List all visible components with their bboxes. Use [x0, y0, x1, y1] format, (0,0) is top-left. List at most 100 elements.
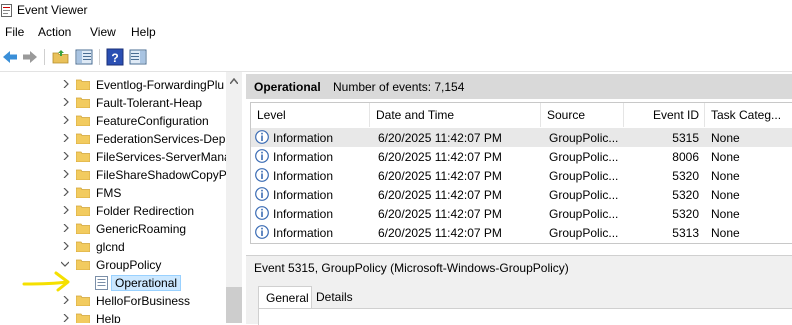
- console-tree-icon[interactable]: [75, 48, 93, 66]
- folder-icon: [76, 133, 90, 144]
- event-detail-title: Event 5315, GroupPolicy (Microsoft-Windo…: [254, 261, 569, 275]
- event-row[interactable]: Information 6/20/2025 11:42:07 PM GroupP…: [251, 147, 792, 166]
- event-datetime: 6/20/2025 11:42:07 PM: [378, 169, 502, 183]
- column-header-task-category[interactable]: Task Categ...: [705, 103, 792, 127]
- information-icon: [255, 149, 269, 163]
- folder-icon: [76, 241, 90, 252]
- menu-help[interactable]: Help: [131, 25, 156, 39]
- event-source: GroupPolic...: [549, 169, 619, 183]
- tree-item[interactable]: FileShareShadowCopyPr: [0, 166, 231, 184]
- chevron-right-icon[interactable]: [62, 242, 70, 250]
- event-task: None: [711, 150, 740, 164]
- tree-scrollbar[interactable]: [226, 72, 242, 323]
- column-header-source[interactable]: Source: [541, 103, 624, 127]
- detail-tab-content: [258, 308, 792, 325]
- event-row[interactable]: Information 6/20/2025 11:42:07 PM GroupP…: [251, 128, 792, 147]
- event-datetime: 6/20/2025 11:42:07 PM: [378, 150, 502, 164]
- event-task: None: [711, 131, 740, 145]
- back-arrow-icon[interactable]: [1, 48, 19, 66]
- event-id: 5313: [672, 226, 699, 240]
- event-task: None: [711, 226, 740, 240]
- tree-item-label: FeatureConfiguration: [96, 114, 209, 128]
- event-id: 5320: [672, 188, 699, 202]
- column-header-level[interactable]: Level: [251, 103, 370, 127]
- chevron-right-icon[interactable]: [62, 80, 70, 88]
- tree-item[interactable]: FileServices-ServerMana: [0, 148, 231, 166]
- chevron-right-icon[interactable]: [62, 98, 70, 106]
- open-folder-icon: [76, 259, 90, 270]
- forward-arrow-icon[interactable]: [21, 48, 39, 66]
- event-viewer-app-icon: [1, 4, 12, 17]
- tree-item-label: Folder Redirection: [96, 204, 195, 218]
- svg-text:?: ?: [111, 51, 118, 65]
- tree-item-label: Help: [96, 312, 121, 323]
- column-header-date[interactable]: Date and Time: [370, 103, 541, 127]
- chevron-right-icon[interactable]: [62, 188, 70, 196]
- tree-item[interactable]: Fault-Tolerant-Heap: [0, 94, 226, 112]
- window-title: Event Viewer: [17, 3, 88, 17]
- tree-item-label: HelloForBusiness: [96, 294, 191, 308]
- open-folder-icon[interactable]: [52, 48, 70, 66]
- event-level: Information: [273, 169, 334, 183]
- title-bar: Event Viewer: [0, 0, 792, 22]
- tree-item[interactable]: Help: [0, 310, 226, 323]
- event-source: GroupPolic...: [549, 207, 619, 221]
- folder-icon: [76, 295, 90, 306]
- event-datetime: 6/20/2025 11:42:07 PM: [378, 131, 502, 145]
- tree-scrollbar-thumb[interactable]: [226, 287, 242, 323]
- tree-item-label: glcnd: [96, 240, 125, 254]
- menu-action[interactable]: Action: [38, 25, 71, 39]
- chevron-right-icon[interactable]: [62, 206, 70, 214]
- menu-file[interactable]: File: [5, 25, 24, 39]
- event-row[interactable]: Information 6/20/2025 11:42:07 PM GroupP…: [251, 204, 792, 223]
- menu-view[interactable]: View: [90, 25, 116, 39]
- folder-icon: [76, 313, 90, 323]
- event-id: 8006: [672, 150, 699, 164]
- folder-icon: [76, 223, 90, 234]
- help-icon[interactable]: ?: [106, 48, 124, 66]
- tree-item[interactable]: FederationServices-Depl: [0, 130, 228, 148]
- event-row[interactable]: Information 6/20/2025 11:42:07 PM GroupP…: [251, 223, 792, 242]
- event-source: GroupPolic...: [549, 188, 619, 202]
- chevron-right-icon[interactable]: [62, 134, 70, 142]
- menu-bar: File Action View Help: [0, 22, 792, 42]
- chevron-right-icon[interactable]: [62, 116, 70, 124]
- tree-item[interactable]: HelloForBusiness: [0, 292, 226, 310]
- folder-icon: [76, 169, 90, 180]
- information-icon: [255, 187, 269, 201]
- tree-item-label: Operational: [110, 275, 182, 291]
- tree-item[interactable]: glcnd: [0, 238, 226, 256]
- log-icon: [95, 276, 108, 290]
- information-icon: [255, 225, 269, 239]
- chevron-right-icon[interactable]: [62, 152, 70, 160]
- tree-item[interactable]: FeatureConfiguration: [0, 112, 226, 130]
- event-row[interactable]: Information 6/20/2025 11:42:07 PM GroupP…: [251, 166, 792, 185]
- tree-item[interactable]: Eventlog-ForwardingPlu: [0, 76, 226, 94]
- event-id: 5320: [672, 169, 699, 183]
- annotation-arrow-icon: [22, 271, 70, 292]
- tab-general[interactable]: General: [258, 286, 312, 308]
- chevron-right-icon[interactable]: [62, 224, 70, 232]
- column-header-event-id[interactable]: Event ID: [624, 103, 705, 127]
- event-row[interactable]: Information 6/20/2025 11:42:07 PM GroupP…: [251, 185, 792, 204]
- chevron-down-icon[interactable]: [61, 260, 69, 268]
- chevron-right-icon[interactable]: [62, 296, 70, 304]
- event-datetime: 6/20/2025 11:42:07 PM: [378, 207, 502, 221]
- tree-item[interactable]: GenericRoaming: [0, 220, 226, 238]
- scroll-up-icon[interactable]: [230, 78, 238, 84]
- action-pane-icon[interactable]: [129, 48, 147, 66]
- tree-item-label: GenericRoaming: [96, 222, 187, 236]
- event-id: 5315: [672, 131, 699, 145]
- event-task: None: [711, 207, 740, 221]
- log-header: Operational Number of events: 7,154: [246, 74, 792, 99]
- folder-icon: [76, 97, 90, 108]
- folder-icon: [76, 151, 90, 162]
- tab-details[interactable]: Details: [312, 286, 360, 307]
- chevron-right-icon[interactable]: [62, 170, 70, 178]
- chevron-right-icon[interactable]: [62, 314, 70, 322]
- toolbar-separator: [44, 49, 45, 65]
- log-pane: Operational Number of events: 7,154 Leve…: [246, 72, 792, 325]
- tree-item[interactable]: Folder Redirection: [0, 202, 226, 220]
- tree-item[interactable]: FMS: [0, 184, 226, 202]
- folder-icon: [76, 205, 90, 216]
